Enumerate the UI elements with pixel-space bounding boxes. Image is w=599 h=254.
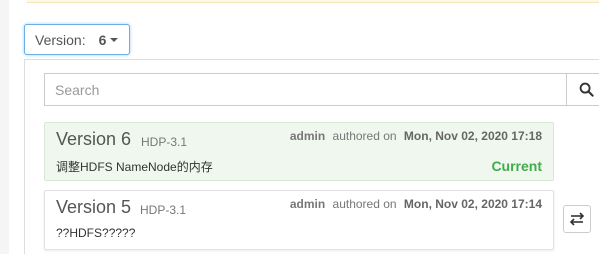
version-note: ??HDFS?????: [56, 226, 136, 240]
version-value: 6: [98, 31, 107, 48]
version-title: Version 6: [56, 129, 132, 149]
version-title: Version 5: [56, 197, 132, 217]
left-rail: [0, 0, 9, 254]
version-card-current[interactable]: Version 6 HDP-3.1 admin authored on Mon,…: [44, 122, 554, 181]
stack-version: HDP-3.1: [141, 135, 188, 149]
stack-version: HDP-3.1: [140, 203, 187, 217]
version-meta: admin authored on Mon, Nov 02, 2020 17:1…: [290, 129, 542, 143]
search-icon: [579, 82, 594, 97]
version-dropdown-button[interactable]: Version: 6: [24, 24, 130, 55]
notice-strip: [27, 0, 599, 3]
version-card[interactable]: Version 5 HDP-3.1 admin authored on Mon,…: [44, 190, 554, 250]
compare-button[interactable]: [563, 205, 591, 233]
authored-on-label: authored on: [332, 197, 397, 211]
version-date: Mon, Nov 02, 2020 17:14: [403, 197, 542, 211]
current-status-badge: Current: [491, 158, 542, 174]
version-date: Mon, Nov 02, 2020 17:18: [403, 129, 542, 143]
version-label: Version:: [35, 31, 86, 48]
author-name: admin: [289, 197, 326, 211]
compare-arrows-icon: [569, 212, 585, 226]
author-name: admin: [289, 129, 326, 143]
search-input[interactable]: [44, 73, 567, 106]
caret-down-icon: [110, 37, 119, 42]
version-note: 调整HDFS NameNode的内存: [56, 160, 213, 174]
version-meta: admin authored on Mon, Nov 02, 2020 17:1…: [290, 197, 542, 211]
search-button[interactable]: [566, 73, 599, 106]
authored-on-label: authored on: [332, 129, 397, 143]
